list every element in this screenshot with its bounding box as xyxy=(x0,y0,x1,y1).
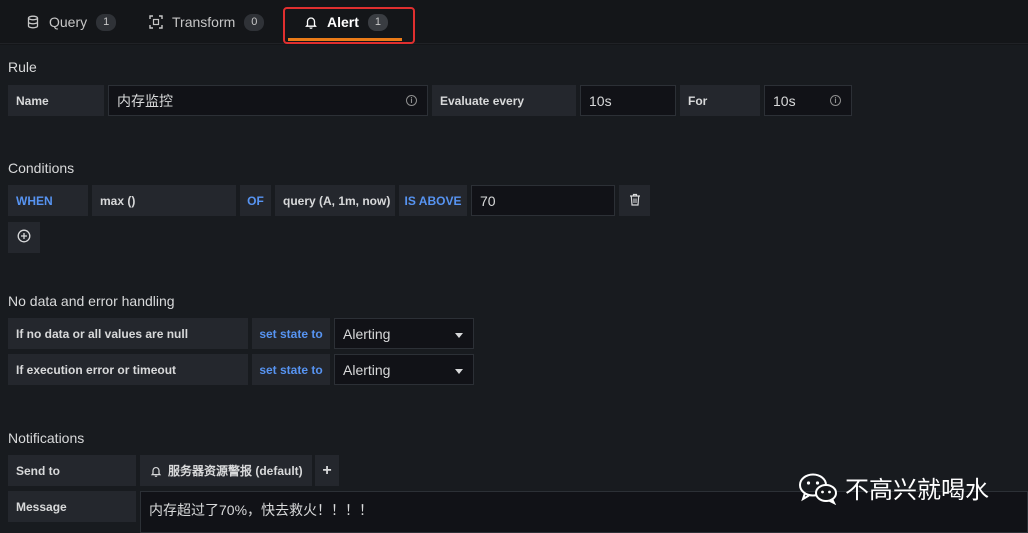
error-row-label: If execution error or timeout xyxy=(8,354,248,385)
watermark-text: 不高兴就喝水 xyxy=(845,477,989,504)
error-row-action: set state to xyxy=(252,354,330,385)
delete-condition-button[interactable] xyxy=(619,185,650,216)
query-editor-tabs: Query 1 Transform 0 Alert 1 xyxy=(0,0,1028,44)
condition-threshold-value: 70 xyxy=(480,192,496,209)
evaluate-every-input[interactable]: 10s xyxy=(580,85,676,116)
add-condition-button[interactable] xyxy=(8,222,40,253)
error-state-select[interactable]: Alerting xyxy=(334,354,474,385)
notification-channel-tag[interactable]: 服务器资源警报 (default) xyxy=(140,455,312,486)
caret-down-icon xyxy=(455,369,463,374)
message-value: 内存超过了70%，快去救火！！！！ xyxy=(149,502,374,518)
add-notification-button[interactable]: + xyxy=(315,455,339,486)
database-icon xyxy=(26,15,40,29)
tab-query-label: Query xyxy=(49,14,88,30)
transform-icon xyxy=(149,15,163,29)
evaluate-every-value: 10s xyxy=(589,92,612,109)
tab-transform-count: 0 xyxy=(244,13,265,31)
send-to-label: Send to xyxy=(8,455,136,486)
rule-name-input[interactable]: 内存监控 i xyxy=(108,85,428,116)
condition-reducer-value: max () xyxy=(100,193,136,208)
notification-channel-name: 服务器资源警报 (default) xyxy=(168,464,303,478)
rule-section-title: Rule xyxy=(8,59,37,75)
nodata-state-select[interactable]: Alerting xyxy=(334,318,474,349)
annotation-highlight-box xyxy=(283,7,415,44)
error-state-value: Alerting xyxy=(343,361,391,378)
caret-down-icon xyxy=(455,333,463,338)
alert-panel: Rule Name 内存监控 i Evaluate every 10s For … xyxy=(0,45,1028,533)
nodata-row-label: If no data or all values are null xyxy=(8,318,248,349)
info-icon[interactable]: i xyxy=(830,95,841,106)
plus-circle-icon xyxy=(17,229,31,246)
trash-icon xyxy=(629,193,641,209)
message-label: Message xyxy=(8,491,136,522)
condition-evaluator-select[interactable]: IS ABOVE xyxy=(399,185,467,216)
rule-name-value: 内存监控 xyxy=(117,92,173,109)
condition-of-keyword: OF xyxy=(240,185,271,216)
wechat-watermark: 不高兴就喝水 xyxy=(797,470,989,505)
condition-reducer-select[interactable]: max () xyxy=(92,185,236,216)
nodata-state-value: Alerting xyxy=(343,325,391,342)
wechat-icon xyxy=(797,471,839,505)
nodata-section-title: No data and error handling xyxy=(8,293,175,309)
condition-threshold-input[interactable]: 70 xyxy=(471,185,615,216)
for-value: 10s xyxy=(773,92,796,109)
info-icon[interactable]: i xyxy=(406,95,417,106)
nodata-row-action: set state to xyxy=(252,318,330,349)
tab-transform-label: Transform xyxy=(172,14,236,30)
conditions-section-title: Conditions xyxy=(8,160,75,176)
condition-query-select[interactable]: query (A, 1m, now) xyxy=(275,185,395,216)
notifications-section-title: Notifications xyxy=(8,430,85,446)
rule-name-label: Name xyxy=(8,85,104,116)
condition-query-value: query (A, 1m, now) xyxy=(283,193,391,208)
for-label: For xyxy=(680,85,760,116)
tab-transform[interactable]: Transform 0 xyxy=(149,0,265,44)
tab-query[interactable]: Query 1 xyxy=(26,0,117,44)
evaluate-every-label: Evaluate every xyxy=(432,85,576,116)
condition-when-keyword: WHEN xyxy=(8,185,88,216)
tab-query-count: 1 xyxy=(96,13,117,31)
bell-icon xyxy=(150,465,162,477)
for-input[interactable]: 10s i xyxy=(764,85,852,116)
